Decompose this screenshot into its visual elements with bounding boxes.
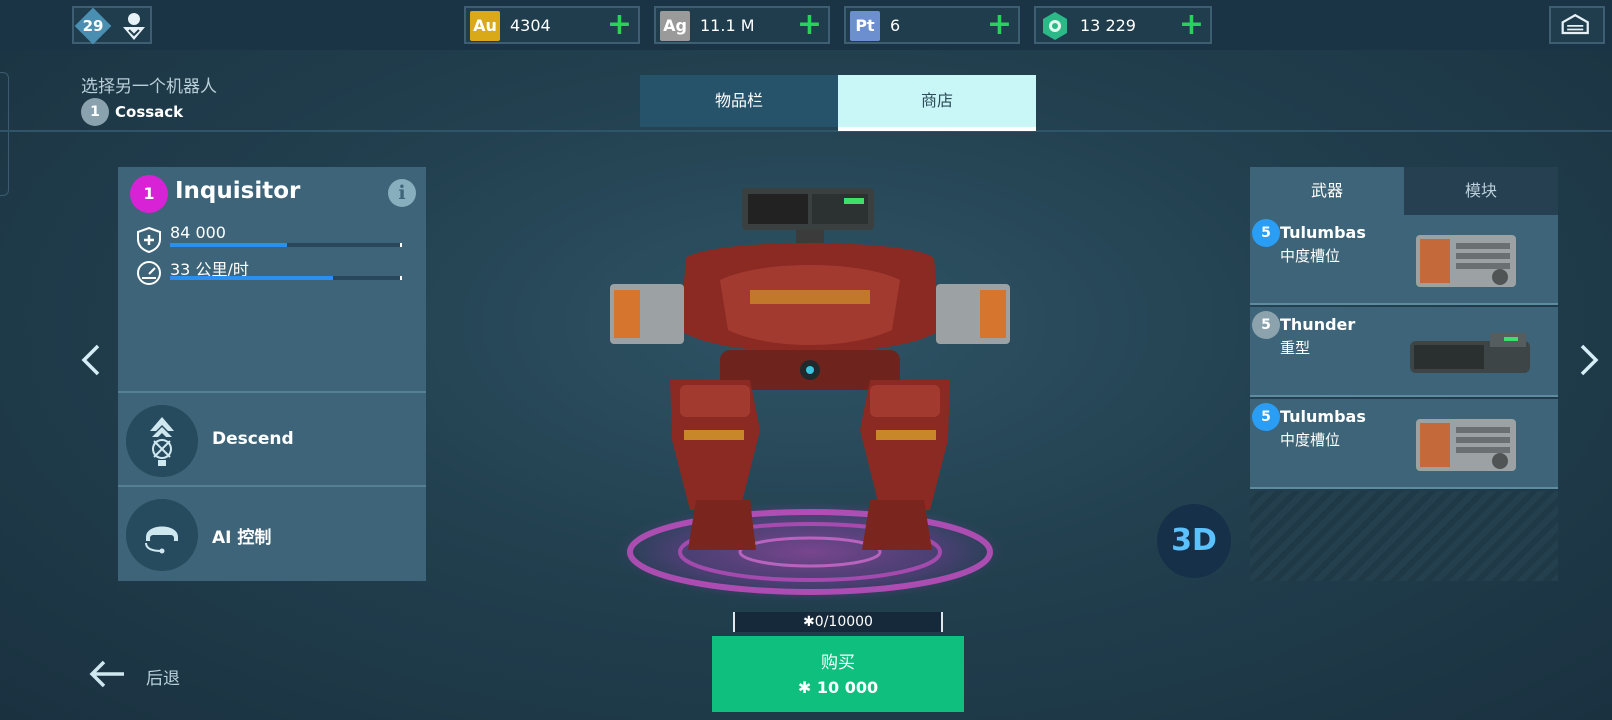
puzzle-piece-icon: ✱	[797, 678, 817, 697]
ability-ai-label: AI 控制	[212, 528, 272, 548]
weapon-name: Thunder	[1280, 315, 1356, 334]
platinum-value: 6	[890, 16, 901, 35]
currency-silver[interactable]: Ag 11.1 M +	[654, 6, 830, 44]
weapon-name: Tulumbas	[1280, 223, 1366, 242]
silver-value: 11.1 M	[700, 16, 755, 35]
weapon-level-badge: 5	[1252, 403, 1280, 431]
toggle-3d-view-button[interactable]: 3D	[1157, 504, 1231, 578]
durability-stat: 84 000	[136, 223, 416, 257]
back-arrow-icon	[89, 660, 124, 688]
back-button[interactable]: 后退	[88, 656, 198, 692]
tulumbas-weapon-icon	[1416, 419, 1516, 471]
currency-keys[interactable]: 13 229 +	[1034, 6, 1212, 44]
durability-bar-fill	[170, 243, 288, 247]
weapon-slot-1[interactable]: 5 Tulumbas 中度槽位	[1250, 215, 1558, 305]
gold-value: 4304	[510, 16, 551, 35]
silver-icon: Ag	[660, 11, 690, 41]
weapon-level-badge: 5	[1252, 311, 1280, 339]
currency-platinum[interactable]: Pt 6 +	[844, 6, 1020, 44]
weapon-level-badge: 5	[1252, 219, 1280, 247]
durability-value: 84 000	[170, 223, 226, 242]
tab-modules[interactable]: 模块	[1404, 167, 1558, 215]
currency-gold[interactable]: Au 4304 +	[464, 6, 640, 44]
next-robot-arrow[interactable]	[1574, 340, 1604, 380]
player-level: 29	[82, 17, 104, 35]
puzzle-piece-icon: ✱	[803, 614, 815, 630]
robot-name: Inquisitor	[175, 178, 301, 204]
tulumbas-weapon-icon	[1416, 235, 1516, 287]
profile-icon	[123, 13, 145, 40]
speedometer-icon	[137, 261, 161, 285]
choose-robot-label[interactable]: 选择另一个机器人	[81, 72, 217, 97]
durability-bar	[170, 243, 402, 247]
add-key-token-button[interactable]: +	[1179, 10, 1204, 40]
view-tabs: 物品栏 商店	[640, 75, 1036, 131]
descend-icon	[126, 405, 198, 477]
weapon-slot-type: 中度槽位	[1280, 247, 1341, 265]
info-icon[interactable]: i	[388, 179, 416, 207]
speed-bar-fill	[170, 276, 334, 280]
key-token-value: 13 229	[1080, 16, 1136, 35]
tab-weapons[interactable]: 武器	[1250, 167, 1404, 215]
add-silver-button[interactable]: +	[797, 10, 822, 40]
hangar-icon	[1561, 13, 1589, 35]
hangar-button[interactable]	[1549, 6, 1605, 44]
platinum-icon: Pt	[850, 11, 880, 41]
buy-price-value: 10 000	[816, 678, 879, 697]
ai-pilot-icon	[126, 499, 198, 571]
add-gold-button[interactable]: +	[607, 10, 632, 40]
back-label: 后退	[146, 669, 180, 689]
weapon-slot-2[interactable]: 5 Thunder 重型	[1250, 307, 1558, 397]
robot-info-panel: 1 Inquisitor i 84 000 33 公里/时 Descend AI…	[118, 167, 426, 581]
shield-icon	[137, 227, 161, 253]
previous-robot-arrow[interactable]	[76, 340, 106, 380]
buy-button[interactable]: 购买 ✱ 10 000	[712, 636, 964, 712]
ability-ai-control[interactable]: AI 控制	[118, 485, 426, 579]
weapon-slot-3[interactable]: 5 Tulumbas 中度槽位	[1250, 399, 1558, 489]
gold-icon: Au	[470, 11, 500, 41]
component-progress: ✱0/10000	[733, 612, 943, 632]
buy-price: ✱ 10 000	[712, 678, 964, 697]
selected-robot-name: Cossack	[115, 103, 184, 121]
component-progress-value: 0/10000	[814, 614, 873, 630]
robot-model-view[interactable]	[600, 180, 1020, 610]
side-drawer-handle[interactable]	[0, 72, 9, 196]
robot-level-badge: 1	[81, 98, 109, 126]
weapon-name: Tulumbas	[1280, 407, 1366, 426]
thunder-weapon-icon	[1410, 333, 1530, 373]
weapon-slot-type: 重型	[1280, 339, 1311, 357]
buy-label: 购买	[821, 653, 855, 673]
add-platinum-button[interactable]: +	[987, 10, 1012, 40]
component-progress-text: ✱0/10000	[735, 614, 941, 630]
speed-stat: 33 公里/时	[136, 256, 416, 290]
key-token-icon	[1043, 12, 1067, 40]
tab-inventory[interactable]: 物品栏	[640, 75, 838, 127]
tab-shop[interactable]: 商店	[838, 75, 1036, 131]
player-level-button[interactable]: 29	[72, 6, 152, 45]
ability-descend[interactable]: Descend	[118, 391, 426, 485]
equipment-panel: 武器 模块 5 Tulumbas 中度槽位 5 Thunder 重型 5 Tul…	[1250, 167, 1558, 581]
empty-weapon-slot	[1250, 491, 1558, 581]
robot-rank-badge: 1	[130, 175, 168, 213]
weapon-slot-type: 中度槽位	[1280, 431, 1341, 449]
ability-descend-label: Descend	[212, 429, 294, 449]
speed-bar	[170, 276, 402, 280]
top-bar: 29 Au 4304 + Ag 11.1 M + Pt 6 + 13 229 +	[0, 0, 1612, 50]
